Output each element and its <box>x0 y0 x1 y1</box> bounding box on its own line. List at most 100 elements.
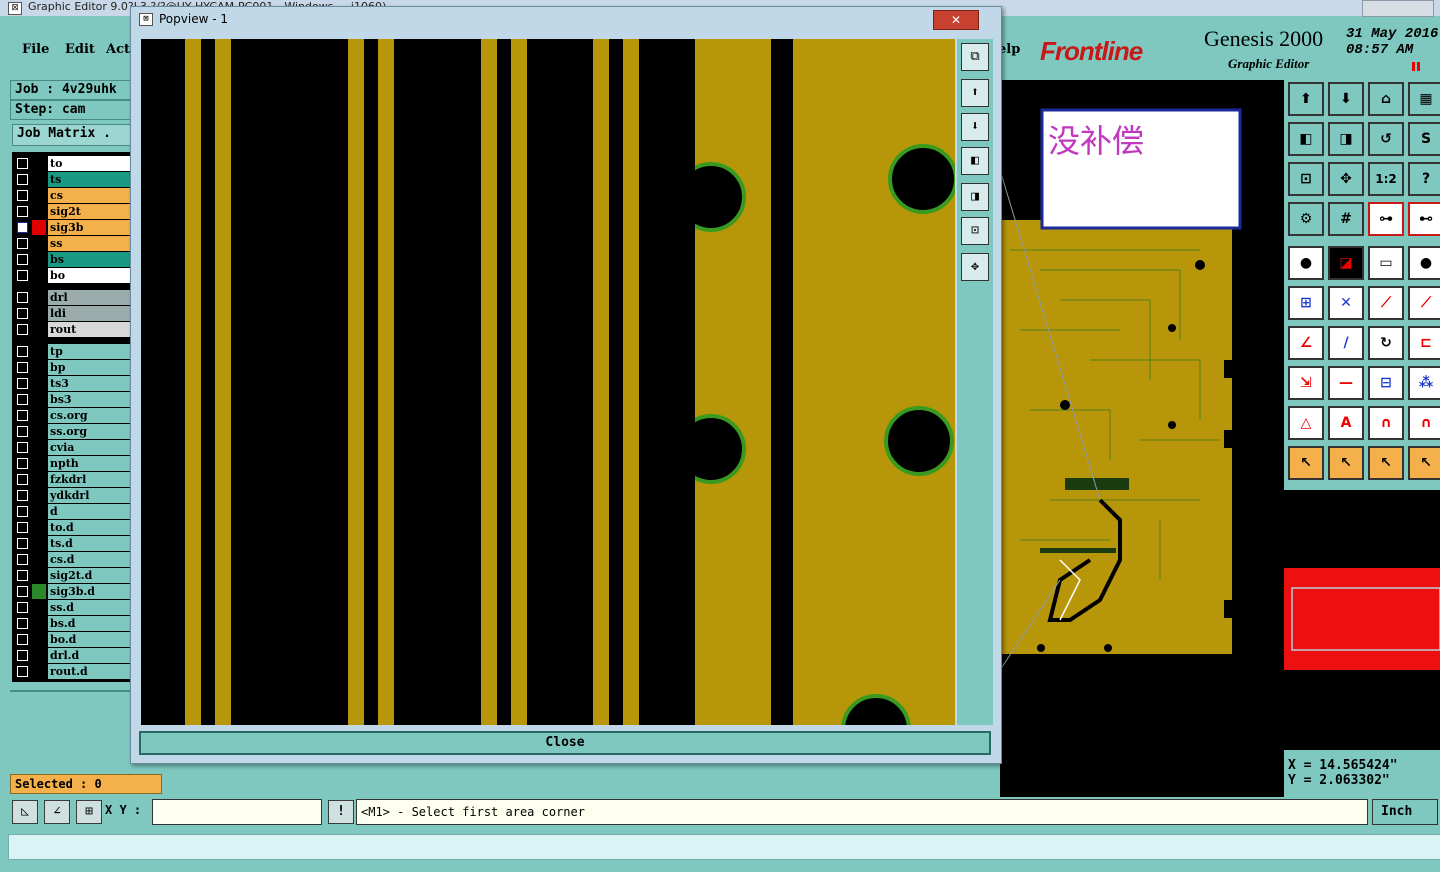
layer-row[interactable]: bp <box>12 360 130 375</box>
menu-actions[interactable]: Act <box>106 42 130 57</box>
layer-row[interactable]: cs.d <box>12 552 130 567</box>
tool-cluster-icon[interactable]: ⁂ <box>1408 366 1440 400</box>
tool-mirror-icon[interactable]: S <box>1408 122 1440 156</box>
tool-net2-icon[interactable]: ⊷ <box>1408 202 1440 236</box>
layer-row[interactable]: ss <box>12 236 130 251</box>
tool-triangle-icon[interactable]: △ <box>1288 406 1324 440</box>
layer-checkbox[interactable] <box>17 394 28 405</box>
popup-close-icon[interactable]: ✕ <box>933 10 979 30</box>
layer-row[interactable]: ss.d <box>12 600 130 615</box>
layer-checkbox[interactable] <box>17 554 28 565</box>
layer-name[interactable]: npth <box>48 456 130 471</box>
layer-checkbox[interactable] <box>17 650 28 661</box>
layer-checkbox[interactable] <box>17 634 28 645</box>
layer-row[interactable]: ydkdrl <box>12 488 130 503</box>
tool-scale-icon[interactable]: 1:2 <box>1368 162 1404 196</box>
layer-checkbox[interactable] <box>17 270 28 281</box>
layer-name[interactable]: drl.d <box>48 648 130 663</box>
layer-name[interactable]: cs <box>48 188 130 203</box>
popview-center-icon[interactable]: ✥ <box>961 253 989 281</box>
layer-checkbox[interactable] <box>17 490 28 501</box>
tool-connect2-icon[interactable]: ⟋ <box>1408 286 1440 320</box>
layer-checkbox[interactable] <box>17 442 28 453</box>
layer-name[interactable]: sig2t.d <box>48 568 130 583</box>
layer-row[interactable]: bo <box>12 268 130 283</box>
tool-net-icon[interactable]: ⊶ <box>1368 202 1404 236</box>
layer-row[interactable]: ts3 <box>12 376 130 391</box>
overview-map[interactable] <box>1284 490 1440 750</box>
layer-name[interactable]: bs3 <box>48 392 130 407</box>
angle-snap-icon[interactable]: ∠ <box>44 800 70 824</box>
layer-row[interactable]: sig2t.d <box>12 568 130 583</box>
layer-row[interactable]: d <box>12 504 130 519</box>
layer-row[interactable]: npth <box>12 456 130 471</box>
layer-name[interactable]: ydkdrl <box>48 488 130 503</box>
layer-name[interactable]: cs.org <box>48 408 130 423</box>
layer-name[interactable]: bo <box>48 268 130 283</box>
layer-checkbox[interactable] <box>17 426 28 437</box>
layer-checkbox[interactable] <box>17 222 28 233</box>
layer-name[interactable]: bp <box>48 360 130 375</box>
layer-row[interactable]: rout <box>12 322 130 337</box>
layer-checkbox[interactable] <box>17 362 28 373</box>
layer-checkbox[interactable] <box>17 666 28 677</box>
layer-row[interactable]: drl.d <box>12 648 130 663</box>
tool-slash-icon[interactable]: / <box>1328 326 1364 360</box>
tool-add-pad-icon[interactable]: ● <box>1288 246 1324 280</box>
pause-icon[interactable] <box>1412 62 1420 71</box>
layer-name[interactable]: ts3 <box>48 376 130 391</box>
layer-checkbox[interactable] <box>17 324 28 335</box>
layer-row[interactable]: fzkdrl <box>12 472 130 487</box>
tool-wrench-icon[interactable]: ⚙ <box>1288 202 1324 236</box>
layer-name[interactable]: bs <box>48 252 130 267</box>
layer-checkbox[interactable] <box>17 308 28 319</box>
layer-row[interactable]: bo.d <box>12 632 130 647</box>
layer-checkbox[interactable] <box>17 158 28 169</box>
layer-row[interactable]: cvia <box>12 440 130 455</box>
tool-pointer2-icon[interactable]: ↖ <box>1328 446 1364 480</box>
popview-right-icon[interactable]: ◨ <box>961 183 989 211</box>
tool-arch2-icon[interactable]: ∩ <box>1408 406 1440 440</box>
layer-name[interactable]: ts.d <box>48 536 130 551</box>
layer-name[interactable]: bs.d <box>48 616 130 631</box>
tool-dot-icon[interactable]: ● <box>1408 246 1440 280</box>
tool-pan-left-icon[interactable]: ◧ <box>1288 122 1324 156</box>
layer-name[interactable]: fzkdrl <box>48 472 130 487</box>
popview-down-icon[interactable]: ⬇ <box>961 113 989 141</box>
tool-bracket-icon[interactable]: ⊏ <box>1408 326 1440 360</box>
tool-arch-icon[interactable]: ∩ <box>1368 406 1404 440</box>
tool-connect-icon[interactable]: ⟋ <box>1368 286 1404 320</box>
tool-line-icon[interactable]: ◪ <box>1328 246 1364 280</box>
menu-edit[interactable]: Edit <box>65 42 95 57</box>
layer-name[interactable]: tp <box>48 344 130 359</box>
job-matrix-button[interactable]: Job Matrix . <box>12 124 132 146</box>
tool-cross-icon[interactable]: ✕ <box>1328 286 1364 320</box>
layer-checkbox[interactable] <box>17 174 28 185</box>
popview-fit-icon[interactable]: ⊡ <box>961 217 989 245</box>
layer-checkbox[interactable] <box>17 458 28 469</box>
layer-name[interactable]: drl <box>48 290 130 305</box>
layer-row[interactable]: to <box>12 156 130 171</box>
layer-checkbox[interactable] <box>17 254 28 265</box>
layer-row[interactable]: ss.org <box>12 424 130 439</box>
tool-frame-icon[interactable]: ▦ <box>1408 82 1440 116</box>
tool-angle-icon[interactable]: ∠ <box>1288 326 1324 360</box>
layer-row[interactable]: cs <box>12 188 130 203</box>
layer-name[interactable]: ss.d <box>48 600 130 615</box>
tool-move-icon[interactable]: ⇲ <box>1288 366 1324 400</box>
layer-row[interactable]: sig3b <box>12 220 130 235</box>
snap-icon[interactable]: ◺ <box>12 800 38 824</box>
layer-row[interactable]: ts.d <box>12 536 130 551</box>
tool-ruler-icon[interactable]: ▭ <box>1368 246 1404 280</box>
layer-checkbox[interactable] <box>17 618 28 629</box>
layer-name[interactable]: rout <box>48 322 130 337</box>
xy-input[interactable] <box>152 799 322 825</box>
layer-checkbox[interactable] <box>17 474 28 485</box>
layer-row[interactable]: sig2t <box>12 204 130 219</box>
layer-row[interactable]: tp <box>12 344 130 359</box>
layer-checkbox[interactable] <box>17 238 28 249</box>
layer-name[interactable]: cs.d <box>48 552 130 567</box>
layer-checkbox[interactable] <box>17 190 28 201</box>
layer-row[interactable]: drl <box>12 290 130 305</box>
layer-name[interactable]: to.d <box>48 520 130 535</box>
